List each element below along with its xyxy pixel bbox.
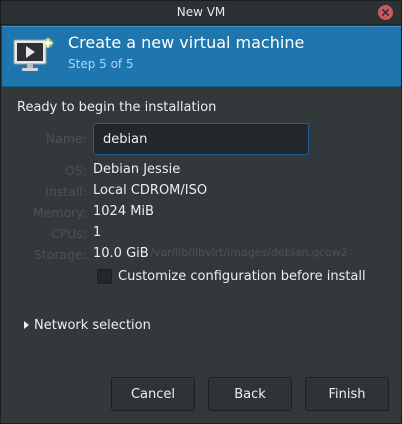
step-indicator: Step 5 of 5	[68, 57, 134, 71]
install-label: Install:	[45, 184, 87, 199]
close-icon	[382, 9, 389, 16]
finish-button[interactable]: Finish	[305, 377, 389, 411]
monitor-play-icon	[13, 37, 54, 71]
storage-value: 10.0 GiB	[93, 246, 149, 261]
install-value: Local CDROM/ISO	[93, 183, 208, 198]
cancel-button[interactable]: Cancel	[111, 377, 195, 411]
network-selection-label: Network selection	[34, 317, 151, 333]
memory-label: Memory:	[32, 205, 87, 220]
new-vm-window: New VM Create a new virtual machine Step…	[0, 0, 402, 424]
customize-checkbox-row[interactable]: Customize configuration before install	[97, 267, 366, 285]
wizard-banner: Create a new virtual machine Step 5 of 5	[2, 26, 401, 87]
window-title: New VM	[176, 5, 226, 19]
customize-label[interactable]: Customize configuration before install	[118, 269, 366, 284]
triangle-right-icon	[24, 321, 29, 329]
storage-path: /var/lib/libvirt/images/debian.qcow2	[150, 246, 348, 259]
close-button[interactable]	[378, 5, 393, 20]
cpus-label: CPUs:	[50, 226, 87, 241]
name-input[interactable]	[93, 123, 309, 155]
os-label: OS:	[65, 163, 87, 178]
name-label: Name:	[45, 131, 87, 146]
banner-title: Create a new virtual machine	[68, 33, 305, 52]
title-bar[interactable]: New VM	[1, 1, 401, 25]
back-button[interactable]: Back	[208, 377, 292, 411]
summary-heading: Ready to begin the installation	[17, 100, 217, 115]
customize-checkbox[interactable]	[97, 268, 112, 284]
memory-value: 1024 MiB	[93, 204, 154, 219]
storage-label: Storage:	[33, 247, 87, 262]
network-selection-expander[interactable]: Network selection	[21, 317, 151, 333]
os-value: Debian Jessie	[93, 162, 181, 177]
cpus-value: 1	[93, 225, 102, 240]
